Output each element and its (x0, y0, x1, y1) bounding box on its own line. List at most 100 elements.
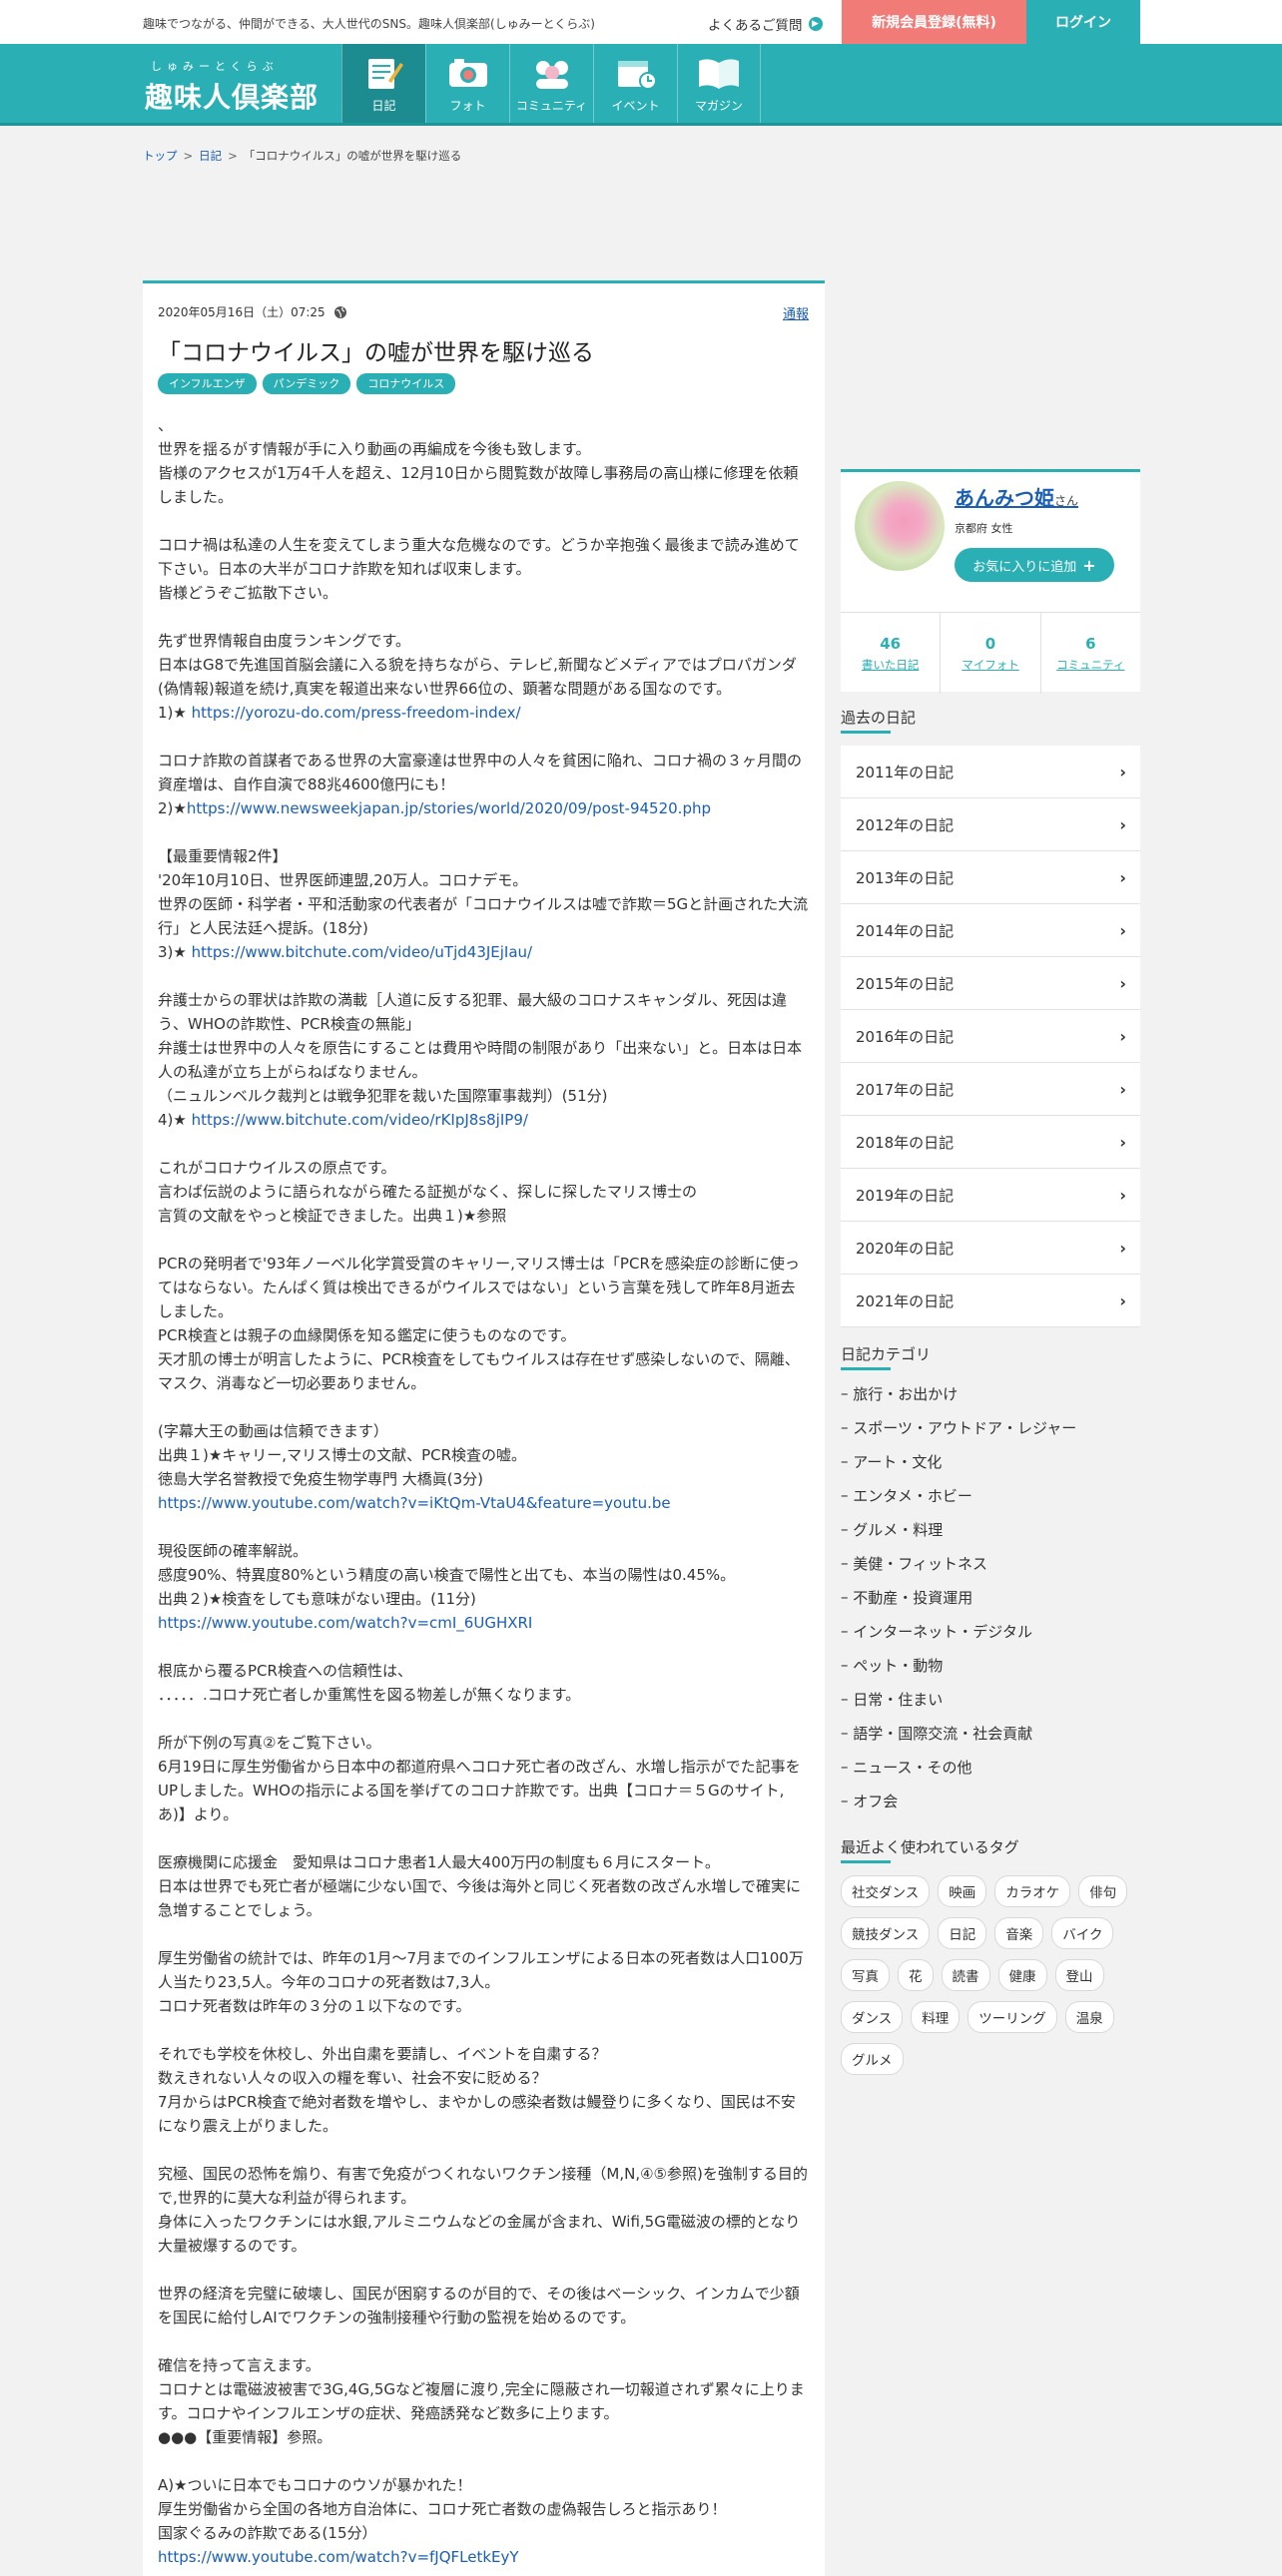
category-label[interactable]: 旅行・お出かけ (853, 1383, 958, 1404)
category-item[interactable]: – 語学・国際交流・社会貢献 (841, 1716, 1140, 1750)
stat-label[interactable]: 書いた日記 (862, 657, 920, 673)
article-paragraph: https://www.youtube.com/watch?v=iKtQm-Vt… (158, 1491, 809, 1515)
category-item[interactable]: – 旅行・お出かけ (841, 1376, 1140, 1410)
article-link[interactable]: https://www.bitchute.com/video/rKIpJ8s8j… (192, 1111, 528, 1129)
category-label[interactable]: 美健・フィットネス (853, 1553, 987, 1574)
year-item[interactable]: 2020年の日記 › (841, 1222, 1140, 1275)
site-tagline: 趣味でつながる、仲間ができる、大人世代のSNS。趣味人倶楽部(しゅみーとくらぶ) (143, 17, 595, 31)
article-title: 「コロナウイルス」の嘘が世界を駆け巡る (158, 340, 594, 366)
tag-chip[interactable]: 温泉 (1064, 2001, 1114, 2033)
category-item[interactable]: – スポーツ・アウトドア・レジャー (841, 1410, 1140, 1444)
tag-chip[interactable]: 登山 (1054, 1959, 1104, 1991)
article-paragraph: それでも学校を休校し、外出自粛を要請し、イベントを自粛する？ (158, 2045, 607, 2063)
article-link[interactable]: https://www.youtube.com/watch?v=iKtQm-Vt… (158, 1494, 671, 1512)
tag-chip[interactable]: カラオケ (994, 1875, 1071, 1907)
category-item[interactable]: – 日常・住まい (841, 1682, 1140, 1716)
category-label[interactable]: スポーツ・アウトドア・レジャー (853, 1417, 1076, 1438)
year-item[interactable]: 2018年の日記 › (841, 1116, 1140, 1169)
avatar[interactable] (855, 481, 945, 571)
stat-diaries[interactable]: 46 書いた日記 (841, 613, 942, 694)
stat-photos[interactable]: 0 マイフォト (941, 613, 1041, 694)
year-item[interactable]: 2014年の日記 › (841, 904, 1140, 957)
chevron-right-icon: › (1119, 1079, 1126, 1099)
category-item[interactable]: – ペット・動物 (841, 1648, 1140, 1682)
category-label[interactable]: アート・文化 (853, 1451, 942, 1472)
article-paragraph: これがコロナウイルスの原点です。 (158, 1159, 396, 1177)
stat-label[interactable]: コミュニティ (1056, 657, 1124, 673)
article-link[interactable]: https://www.youtube.com/watch?v=cmI_6UGH… (158, 1614, 532, 1632)
category-label[interactable]: 日常・住まい (853, 1689, 943, 1710)
tag-chip[interactable]: 俳句 (1078, 1875, 1128, 1907)
year-label: 2021年の日記 (856, 1291, 955, 1310)
tag-chip[interactable]: 写真 (841, 1959, 890, 1991)
faq-label[interactable]: よくあるご質問 (708, 14, 803, 34)
year-item[interactable]: 2015年の日記 › (841, 957, 1140, 1010)
category-item[interactable]: – ニュース・その他 (841, 1750, 1140, 1784)
tag-chip[interactable]: 音楽 (994, 1917, 1044, 1949)
breadcrumb-diary[interactable]: 日記 (199, 149, 222, 163)
profile-name-row[interactable]: あんみつ姫さん (955, 482, 1078, 511)
year-item[interactable]: 2013年の日記 › (841, 851, 1140, 904)
category-item[interactable]: – インターネット・デジタル (841, 1614, 1140, 1648)
nav-event[interactable]: イベント (593, 44, 677, 123)
category-label[interactable]: グルメ・料理 (853, 1519, 943, 1540)
tag-chip[interactable]: 競技ダンス (841, 1917, 931, 1949)
category-label[interactable]: 不動産・投資運用 (853, 1587, 972, 1608)
category-label[interactable]: インターネット・デジタル (853, 1621, 1032, 1642)
article-tag[interactable]: インフルエンザ (158, 373, 257, 394)
year-label: 2014年の日記 (856, 921, 955, 940)
breadcrumb-top[interactable]: トップ (143, 149, 178, 163)
nav-community[interactable]: コミュニティ (509, 44, 593, 123)
article-link[interactable]: https://yorozu-do.com/press-freedom-inde… (192, 704, 521, 722)
nav-diary[interactable]: 日記 (341, 44, 425, 123)
article-link[interactable]: https://www.newsweekjapan.jp/stories/wor… (187, 799, 711, 817)
tag-chip[interactable]: 健康 (997, 1959, 1047, 1991)
nav-photo[interactable]: フォト (425, 44, 509, 123)
tag-chip[interactable]: 映画 (938, 1875, 987, 1907)
category-label[interactable]: ペット・動物 (853, 1655, 943, 1676)
tag-chip[interactable]: ダンス (841, 2001, 904, 2033)
category-label[interactable]: 語学・国際交流・社会貢献 (853, 1723, 1032, 1744)
year-item[interactable]: 2011年の日記 › (841, 746, 1140, 798)
category-item[interactable]: – グルメ・料理 (841, 1512, 1140, 1546)
category-item[interactable]: – 不動産・投資運用 (841, 1580, 1140, 1614)
tag-chip[interactable]: 花 (898, 1959, 934, 1991)
faq-link[interactable]: よくあるご質問 ▶ (708, 14, 823, 34)
tag-chip[interactable]: バイク (1051, 1917, 1114, 1949)
login-button[interactable]: ログイン (1026, 0, 1140, 44)
article-tag[interactable]: コロナウイルス (356, 373, 456, 394)
chevron-right-icon: › (1119, 814, 1126, 834)
year-item[interactable]: 2016年の日記 › (841, 1010, 1140, 1063)
year-item[interactable]: 2012年の日記 › (841, 798, 1140, 851)
report-link[interactable]: 通報 (783, 303, 809, 322)
stat-communities[interactable]: 6 コミュニティ (1041, 613, 1140, 694)
site-logo[interactable]: しゅみーとくらぶ 趣味人倶楽部 (145, 58, 319, 116)
category-item[interactable]: – エンタメ・ホビー (841, 1478, 1140, 1512)
category-item[interactable]: – オフ会 (841, 1784, 1140, 1817)
register-button[interactable]: 新規会員登録(無料) (842, 0, 1026, 44)
category-label[interactable]: エンタメ・ホビー (853, 1485, 972, 1506)
tag-chip[interactable]: 読書 (941, 1959, 990, 1991)
tag-chip[interactable]: 日記 (938, 1917, 987, 1949)
year-item[interactable]: 2021年の日記 › (841, 1275, 1140, 1327)
category-label[interactable]: オフ会 (853, 1791, 898, 1811)
tag-chip[interactable]: ツーリング (967, 2001, 1057, 2033)
article-link[interactable]: https://www.youtube.com/watch?v=fJQFLetk… (158, 2548, 519, 2566)
nav-magazine[interactable]: マガジン (677, 44, 761, 123)
tag-chip[interactable]: 料理 (911, 2001, 961, 2033)
article-paragraph: ●●●【重要情報】参照。 (158, 2428, 332, 2446)
year-label: 2011年の日記 (856, 763, 955, 781)
article-link[interactable]: https://www.bitchute.com/video/uTjd43JEj… (192, 943, 532, 961)
tag-chip[interactable]: グルメ (841, 2043, 904, 2075)
category-item[interactable]: – アート・文化 (841, 1444, 1140, 1478)
category-label[interactable]: ニュース・その他 (853, 1757, 971, 1778)
stat-label[interactable]: マイフォト (962, 657, 1019, 673)
year-item[interactable]: 2019年の日記 › (841, 1169, 1140, 1222)
category-item[interactable]: – 美健・フィットネス (841, 1546, 1140, 1580)
article-paragraph: 4)★ https://www.bitchute.com/video/rKIpJ… (158, 1108, 809, 1132)
year-item[interactable]: 2017年の日記 › (841, 1063, 1140, 1116)
profile-name[interactable]: あんみつ姫 (955, 486, 1054, 510)
add-favorite-button[interactable]: お気に入りに追加 + (955, 548, 1114, 582)
tag-chip[interactable]: 社交ダンス (841, 1875, 931, 1907)
article-tag[interactable]: パンデミック (262, 373, 351, 394)
